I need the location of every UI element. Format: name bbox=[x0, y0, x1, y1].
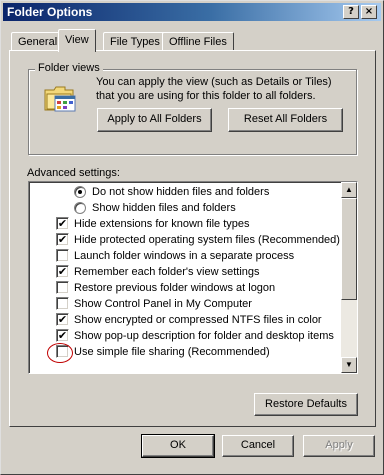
radio-do-not-show-hidden[interactable] bbox=[74, 186, 86, 198]
list-item-label: Remember each folder's view settings bbox=[74, 266, 260, 278]
checkbox-restore-previous-windows[interactable] bbox=[56, 281, 69, 294]
checkbox-remember-view-settings[interactable]: ✔ bbox=[56, 265, 69, 278]
checkbox-launch-separate-process[interactable] bbox=[56, 249, 69, 262]
checkbox-hide-protected-os-files[interactable]: ✔ bbox=[56, 233, 69, 246]
reset-all-folders-button[interactable]: Reset All Folders bbox=[228, 108, 343, 132]
list-item-label: Hide protected operating system files (R… bbox=[74, 234, 340, 246]
advanced-settings-list[interactable]: Do not show hidden files and folders Sho… bbox=[28, 181, 358, 374]
list-item-label: Do not show hidden files and folders bbox=[92, 186, 270, 198]
list-item-label: Show Control Panel in My Computer bbox=[74, 298, 252, 310]
scroll-up-arrow-icon[interactable]: ▲ bbox=[341, 182, 357, 198]
folder-options-dialog: Folder Options ? × General View File Typ… bbox=[0, 0, 384, 475]
ok-button[interactable]: OK bbox=[141, 434, 215, 458]
folder-views-description: You can apply the view (such as Details … bbox=[96, 76, 332, 102]
list-scrollbar[interactable]: ▲ ▼ bbox=[341, 182, 357, 373]
advanced-settings-label: Advanced settings: bbox=[27, 167, 120, 179]
checkbox-show-popup-description[interactable]: ✔ bbox=[56, 329, 69, 342]
list-item-label: Show pop-up description for folder and d… bbox=[74, 330, 334, 342]
apply-button[interactable]: Apply bbox=[303, 435, 375, 457]
title-bar[interactable]: Folder Options ? × bbox=[3, 3, 381, 21]
cancel-button[interactable]: Cancel bbox=[222, 435, 294, 457]
checkbox-hide-extensions[interactable]: ✔ bbox=[56, 217, 69, 230]
checkbox-show-control-panel[interactable] bbox=[56, 297, 69, 310]
restore-defaults-button[interactable]: Restore Defaults bbox=[254, 393, 358, 416]
list-item-label: Restore previous folder windows at logon bbox=[74, 282, 276, 294]
tab-file-types[interactable]: File Types bbox=[103, 32, 167, 52]
list-item-label: Show hidden files and folders bbox=[92, 202, 236, 214]
list-item-label: Show encrypted or compressed NTFS files … bbox=[74, 314, 322, 326]
list-item-label: Hide extensions for known file types bbox=[74, 218, 250, 230]
scroll-down-arrow-icon[interactable]: ▼ bbox=[341, 357, 357, 373]
apply-to-all-folders-button[interactable]: Apply to All Folders bbox=[97, 108, 212, 132]
folder-views-icon bbox=[43, 83, 77, 116]
radio-show-hidden[interactable] bbox=[74, 202, 86, 214]
checkbox-show-encrypted-in-color[interactable]: ✔ bbox=[56, 313, 69, 326]
list-item-label: Launch folder windows in a separate proc… bbox=[74, 250, 295, 262]
scroll-thumb[interactable] bbox=[341, 198, 357, 300]
highlight-annotation-oval bbox=[47, 343, 73, 363]
folder-views-legend: Folder views bbox=[35, 62, 103, 74]
tab-general[interactable]: General bbox=[11, 32, 65, 52]
window-title: Folder Options bbox=[7, 5, 93, 19]
list-item-label: Use simple file sharing (Recommended) bbox=[74, 346, 270, 358]
tab-view[interactable]: View bbox=[58, 29, 96, 52]
help-button[interactable]: ? bbox=[343, 5, 359, 19]
close-button[interactable]: × bbox=[361, 5, 377, 19]
tab-offline-files[interactable]: Offline Files bbox=[162, 32, 234, 52]
